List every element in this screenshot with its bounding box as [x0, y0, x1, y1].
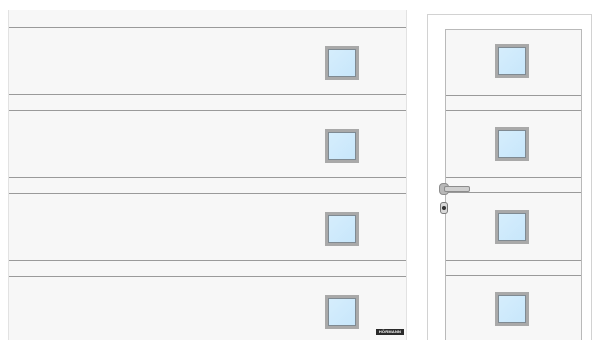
section-groove	[9, 193, 406, 194]
door-groove	[446, 275, 581, 276]
door-handle-icon	[444, 186, 470, 192]
door-groove	[446, 260, 581, 261]
door-window	[495, 210, 529, 244]
section-groove	[9, 177, 406, 178]
door-groove	[446, 192, 581, 193]
lock-cylinder-icon	[440, 202, 448, 214]
door-groove	[446, 177, 581, 178]
door-window	[495, 292, 529, 326]
section-groove	[9, 94, 406, 95]
door-window	[495, 44, 529, 78]
brand-logo: HÖRMANN	[376, 329, 404, 335]
garage-window	[325, 46, 359, 80]
door-groove	[446, 95, 581, 96]
section-groove	[9, 260, 406, 261]
door-groove	[446, 110, 581, 111]
section-groove	[9, 27, 406, 28]
garage-window	[325, 129, 359, 163]
garage-window	[325, 212, 359, 246]
garage-door: HÖRMANN	[8, 10, 407, 340]
section-groove	[9, 276, 406, 277]
garage-window	[325, 295, 359, 329]
door-window	[495, 127, 529, 161]
section-groove	[9, 110, 406, 111]
